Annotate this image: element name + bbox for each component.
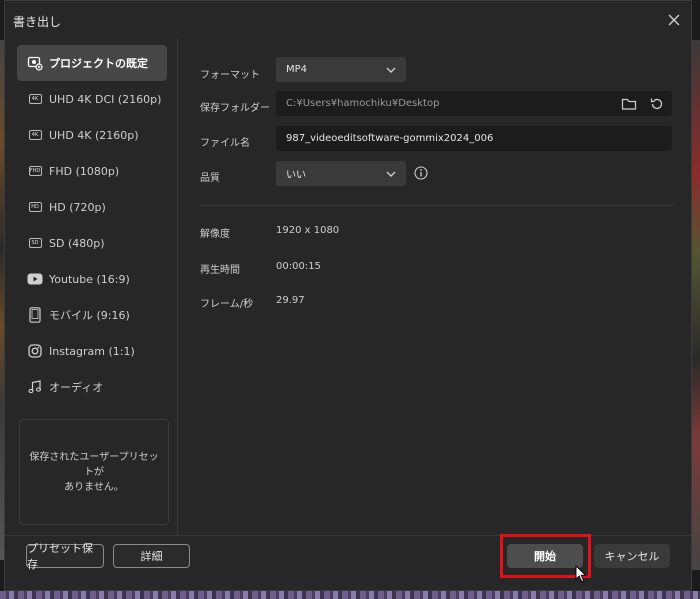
settings-divider xyxy=(200,205,674,206)
quality-value: いい xyxy=(286,170,306,181)
sidebar-item-label: Instagram (1:1) xyxy=(49,344,135,358)
format-value: MP4 xyxy=(286,64,308,75)
quality-select[interactable]: いい xyxy=(276,161,406,186)
duration-label: 再生時間 xyxy=(200,265,240,276)
resolution-value: 1920 x 1080 xyxy=(276,225,340,236)
dialog-titlebar: 書き出し xyxy=(5,1,691,39)
mobile-icon xyxy=(27,307,43,323)
sidebar-item-fhd[interactable]: FHD FHD (1080p) xyxy=(17,153,167,189)
sidebar-item-label: Youtube (16:9) xyxy=(49,272,130,286)
fhd-badge-icon: FHD xyxy=(28,166,42,176)
duration-value: 00:00:15 xyxy=(276,261,321,272)
sidebar-item-youtube[interactable]: Youtube (16:9) xyxy=(17,261,167,297)
sidebar-item-label: オーディオ xyxy=(49,381,104,394)
export-dialog: 書き出し プロジェクトの既定 4K UHD 4K DCI (2160p) 4K … xyxy=(4,0,692,591)
reset-icon[interactable] xyxy=(649,96,665,112)
sidebar-item-label: プロジェクトの既定 xyxy=(49,57,148,70)
sidebar-item-uhd-4k[interactable]: 4K UHD 4K (2160p) xyxy=(17,117,167,153)
save-preset-button[interactable]: プリセット保存 xyxy=(26,542,104,571)
sidebar-item-label: SD (480p) xyxy=(49,236,105,250)
details-button[interactable]: 詳細 xyxy=(113,544,190,568)
resolution-label: 解像度 xyxy=(200,229,230,240)
4k-badge-icon: 4K xyxy=(27,127,43,143)
format-label: フォーマット xyxy=(200,70,260,81)
filename-label: ファイル名 xyxy=(200,138,250,149)
info-icon[interactable] xyxy=(414,166,428,180)
youtube-icon xyxy=(27,271,43,287)
chevron-down-icon xyxy=(386,67,396,73)
fps-label: フレーム/秒 xyxy=(200,299,254,310)
save-folder-field[interactable]: C:¥Users¥hamochiku¥Desktop xyxy=(276,91,672,116)
hd-badge-icon: HD xyxy=(27,199,43,215)
preset-empty-message: 保存されたユーザープリセットが ありません。 xyxy=(29,451,159,493)
format-select[interactable]: MP4 xyxy=(276,57,406,82)
sidebar-item-label: FHD (1080p) xyxy=(49,164,120,178)
sidebar-item-label: モバイル (9:16) xyxy=(49,309,130,322)
folder-icon[interactable] xyxy=(621,96,637,112)
sidebar-item-uhd-4k-dci[interactable]: 4K UHD 4K DCI (2160p) xyxy=(17,81,167,117)
sidebar-item-mobile[interactable]: モバイル (9:16) xyxy=(17,297,167,333)
user-preset-empty-box: 保存されたユーザープリセットが ありません。 xyxy=(19,419,169,525)
chevron-down-icon xyxy=(386,171,396,177)
sidebar-item-instagram[interactable]: Instagram (1:1) xyxy=(17,333,167,369)
instagram-icon xyxy=(27,343,43,359)
sd-badge-icon: SD xyxy=(27,235,43,251)
music-note-icon xyxy=(27,379,43,395)
sidebar-item-audio[interactable]: オーディオ xyxy=(17,369,167,405)
sidebar-item-label: UHD 4K (2160p) xyxy=(49,128,139,142)
project-default-icon xyxy=(27,55,43,71)
close-icon[interactable] xyxy=(665,11,683,29)
filename-field[interactable]: 987_videoeditsoftware-gommix2024_006 xyxy=(276,126,672,151)
save-folder-label: 保存フォルダー xyxy=(200,103,270,114)
mouse-cursor-icon xyxy=(575,565,587,583)
preset-sidebar: プロジェクトの既定 4K UHD 4K DCI (2160p) 4K UHD 4… xyxy=(15,39,173,535)
sidebar-item-label: UHD 4K DCI (2160p) xyxy=(49,92,162,106)
export-settings-panel: フォーマット MP4 保存フォルダー C:¥Users¥hamochiku¥De… xyxy=(178,39,693,535)
4k-badge-icon: 4K xyxy=(27,91,43,107)
fps-value: 29.97 xyxy=(276,295,305,306)
sidebar-item-hd[interactable]: HD HD (720p) xyxy=(17,189,167,225)
cancel-button[interactable]: キャンセル xyxy=(594,544,670,568)
sidebar-item-label: HD (720p) xyxy=(49,200,106,214)
background-app-strip-right xyxy=(692,40,700,570)
sidebar-item-sd[interactable]: SD SD (480p) xyxy=(17,225,167,261)
quality-label: 品質 xyxy=(200,173,220,184)
dialog-title: 書き出し xyxy=(13,15,62,29)
sidebar-item-project-default[interactable]: プロジェクトの既定 xyxy=(17,45,167,81)
background-app-strip-bottom xyxy=(0,591,700,599)
